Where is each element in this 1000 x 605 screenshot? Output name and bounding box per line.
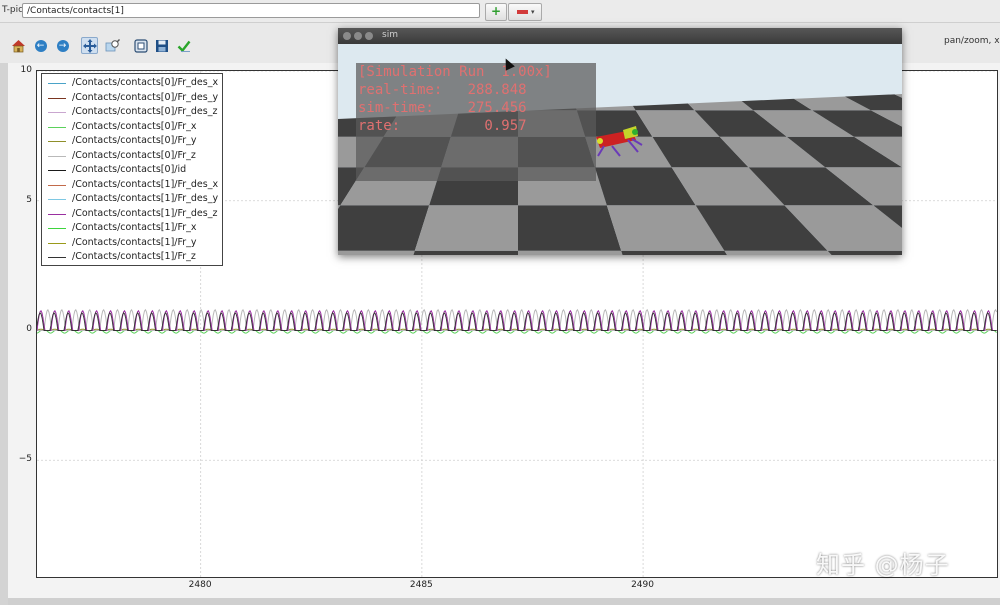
legend-swatch	[48, 242, 66, 244]
floor-tile	[338, 205, 430, 251]
sim-window-title: sim	[382, 30, 398, 40]
x-tick-label: 2490	[631, 580, 654, 590]
zoom-icon	[105, 38, 120, 51]
topic-label: T-pic	[2, 5, 24, 15]
legend-swatch	[48, 141, 66, 142]
back-icon: ←	[34, 39, 47, 52]
floor-tile	[518, 250, 638, 255]
apply-button[interactable]	[175, 37, 192, 54]
legend-item: /Contacts/contacts[0]/Fr_y	[42, 134, 222, 148]
legend-swatch	[48, 213, 66, 215]
subplots-button[interactable]	[132, 37, 149, 54]
floor-tile	[398, 250, 518, 255]
minimize-window-icon[interactable]	[354, 32, 362, 40]
home-button[interactable]	[10, 37, 27, 54]
floor-tile	[414, 205, 518, 251]
legend-label: /Contacts/contacts[0]/Fr_x	[72, 120, 197, 132]
legend-item: /Contacts/contacts[0]/id	[42, 163, 222, 177]
legend-item: /Contacts/contacts[0]/Fr_des_z	[42, 105, 222, 119]
save-icon	[155, 39, 168, 52]
legend-swatch	[48, 184, 66, 186]
pan-icon	[82, 38, 97, 53]
legend-swatch	[48, 170, 66, 171]
floor-tile	[338, 250, 415, 255]
legend-swatch	[48, 83, 66, 84]
back-button[interactable]: ←	[32, 37, 49, 54]
legend-item: /Contacts/contacts[1]/Fr_des_x	[42, 178, 222, 192]
legend-item: /Contacts/contacts[1]/Fr_z	[42, 250, 222, 264]
floor-tile	[827, 250, 902, 255]
hud-title: [Simulation Run 1.00x]	[358, 64, 552, 80]
plot-legend: /Contacts/contacts[0]/Fr_des_x/Contacts/…	[41, 73, 223, 266]
legend-swatch	[48, 199, 66, 200]
legend-item: /Contacts/contacts[1]/Fr_y	[42, 236, 222, 250]
topic-input[interactable]	[22, 3, 480, 18]
pan-button[interactable]	[81, 37, 98, 54]
y-tick-label: 0	[26, 324, 32, 335]
legend-label: /Contacts/contacts[0]/Fr_y	[72, 135, 197, 146]
legend-swatch	[48, 257, 66, 258]
legend-label: /Contacts/contacts[1]/Fr_z	[72, 251, 196, 262]
zoom-button[interactable]	[104, 37, 121, 54]
sim-titlebar[interactable]: sim	[338, 28, 902, 44]
home-icon	[12, 39, 25, 52]
x-tick-label: 2485	[409, 580, 433, 590]
y-tick-label: −5	[18, 454, 32, 465]
chevron-down-icon: ▾	[531, 8, 535, 16]
legend-swatch	[48, 112, 66, 113]
forward-button[interactable]: →	[54, 37, 71, 54]
floor-tile	[518, 205, 622, 251]
legend-label: /Contacts/contacts[0]/Fr_des_x	[72, 77, 219, 88]
status-readout: pan/zoom, x=	[944, 36, 1000, 46]
legend-label: /Contacts/contacts[0]/Fr_des_z	[72, 106, 218, 117]
legend-label: /Contacts/contacts[1]/Fr_des_z	[72, 207, 218, 219]
save-button[interactable]	[153, 37, 170, 54]
legend-label: /Contacts/contacts[1]/Fr_x	[72, 222, 197, 233]
legend-swatch	[48, 126, 66, 128]
forward-icon: →	[56, 39, 69, 52]
sim-window[interactable]: sim [Simulation Run 1.00x] real-time: 28…	[338, 28, 902, 255]
hud-real-time: real-time: 288.848	[358, 82, 527, 98]
hud-rate: rate: 0.957	[358, 118, 527, 134]
legend-item: /Contacts/contacts[1]/Fr_x	[42, 221, 222, 235]
minus-icon	[517, 10, 528, 14]
legend-label: /Contacts/contacts[1]/Fr_des_x	[72, 178, 219, 190]
legend-label: /Contacts/contacts[0]/Fr_des_y	[72, 91, 219, 103]
legend-item: /Contacts/contacts[1]/Fr_des_y	[42, 192, 222, 206]
add-topic-button[interactable]: +	[485, 3, 507, 21]
legend-item: /Contacts/contacts[0]/Fr_z	[42, 149, 222, 163]
legend-item: /Contacts/contacts[0]/Fr_des_x	[42, 76, 222, 90]
maximize-window-icon[interactable]	[365, 32, 373, 40]
legend-label: /Contacts/contacts[0]/Fr_z	[72, 149, 196, 161]
simulation-hud: [Simulation Run 1.00x] real-time: 288.84…	[356, 63, 596, 181]
legend-label: /Contacts/contacts[1]/Fr_des_y	[72, 193, 219, 204]
y-tick-label: 5	[26, 194, 32, 205]
legend-swatch	[48, 155, 66, 157]
watermark: 知乎 @杨子	[816, 551, 950, 579]
legend-label: /Contacts/contacts[0]/id	[72, 164, 187, 175]
x-tick-label: 2480	[188, 580, 212, 590]
close-window-icon[interactable]	[343, 32, 351, 40]
bottom-scrollbar[interactable]	[8, 598, 1000, 605]
hud-sim-time: sim-time: 275.456	[358, 100, 527, 116]
subplots-icon	[133, 38, 148, 53]
check-icon	[177, 40, 190, 52]
y-tick-label: 10	[20, 65, 32, 75]
topic-bar: T-pic + ▾	[0, 0, 1000, 23]
legend-label: /Contacts/contacts[1]/Fr_y	[72, 236, 197, 248]
series-line-contacts1-fr-des-z	[37, 309, 997, 331]
remove-topic-button[interactable]: ▾	[508, 3, 542, 21]
legend-item: /Contacts/contacts[0]/Fr_des_y	[42, 91, 222, 105]
legend-item: /Contacts/contacts[1]/Fr_des_z	[42, 207, 222, 221]
legend-swatch	[48, 228, 66, 229]
legend-swatch	[48, 97, 66, 99]
legend-item: /Contacts/contacts[0]/Fr_x	[42, 120, 222, 134]
